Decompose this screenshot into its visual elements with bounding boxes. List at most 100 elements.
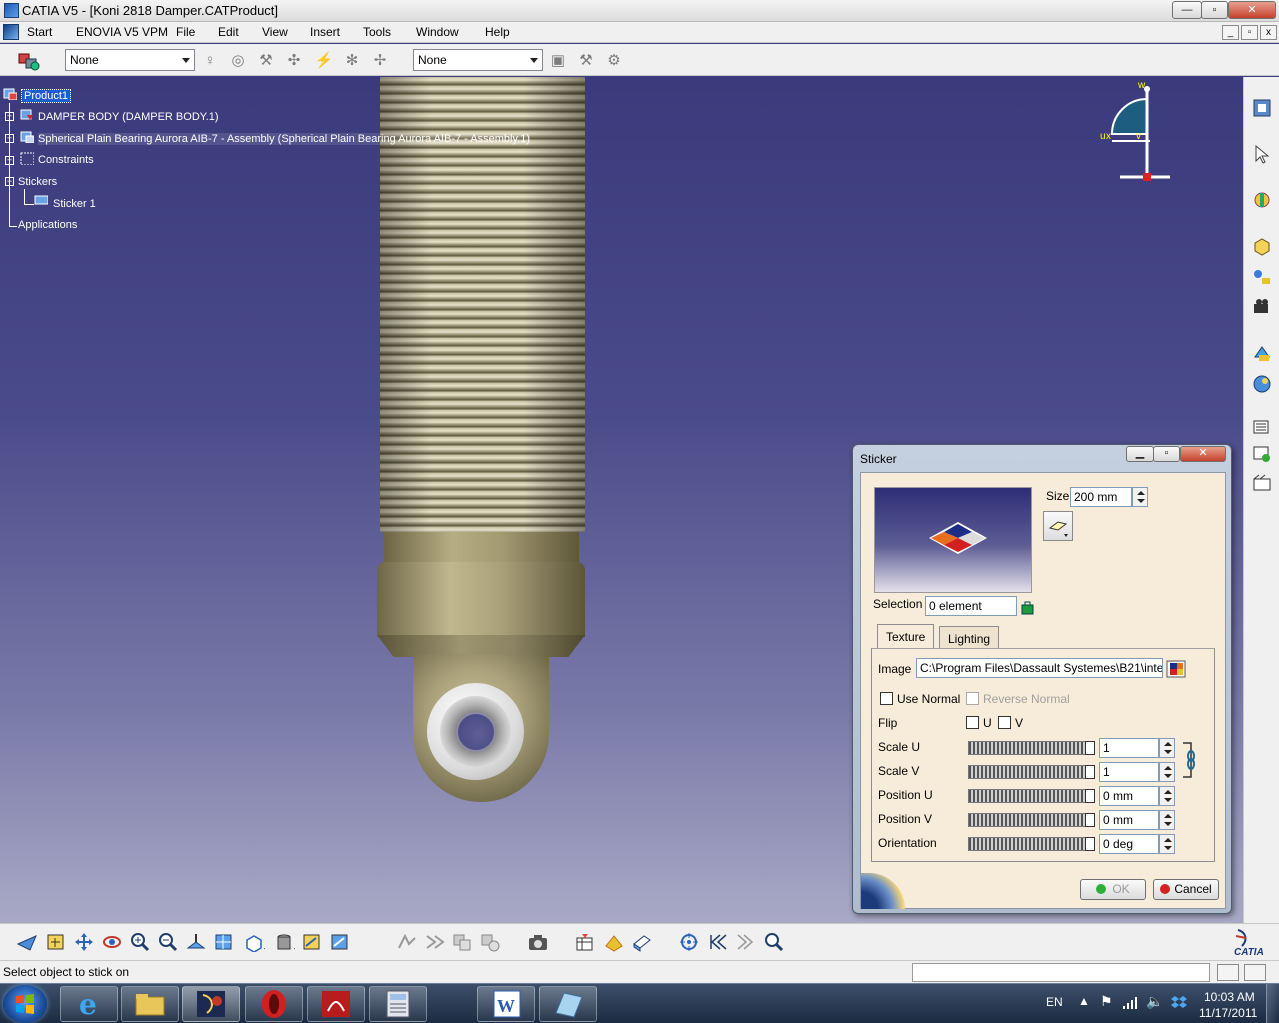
capture-camera-icon[interactable] xyxy=(527,932,549,952)
light-icon[interactable] xyxy=(1251,267,1273,289)
position-u-slider[interactable] xyxy=(968,789,1088,803)
dropbox-icon[interactable] xyxy=(1170,994,1188,1010)
render-icon[interactable]: ▣ xyxy=(548,52,568,70)
position-v-knob[interactable] xyxy=(1085,813,1095,827)
damper-thread[interactable] xyxy=(380,77,585,532)
apply-material-icon[interactable] xyxy=(603,932,625,952)
doc-restore-button[interactable]: ▫ xyxy=(1241,25,1258,40)
volume-icon[interactable]: 🔈 xyxy=(1146,993,1163,1010)
command-options-button[interactable] xyxy=(1244,964,1266,981)
cube-icon[interactable] xyxy=(1251,235,1273,257)
position-v-slider[interactable] xyxy=(968,813,1088,827)
start-button[interactable] xyxy=(3,985,47,1023)
rotate-icon[interactable] xyxy=(101,932,123,952)
product-icon[interactable] xyxy=(16,50,44,72)
menu-insert[interactable]: Insert xyxy=(310,25,340,39)
tree-node-stickers[interactable]: Stickers xyxy=(18,176,57,188)
flip-v-checkbox[interactable] xyxy=(998,716,1011,729)
dialog-maximize-button[interactable]: ▫ xyxy=(1153,446,1180,462)
size-input[interactable]: 200 mm xyxy=(1070,487,1132,507)
tool-icon[interactable]: ⚙ xyxy=(604,52,624,70)
language-indicator[interactable]: EN xyxy=(1046,995,1063,1009)
eye-icon[interactable]: ◎ xyxy=(228,52,248,70)
taskbar-explorer[interactable] xyxy=(121,986,179,1022)
expand-icon[interactable]: + xyxy=(5,134,14,143)
taskbar-ie[interactable]: e xyxy=(60,986,118,1022)
taskbar-acrobat[interactable] xyxy=(307,986,365,1022)
orientation-knob[interactable] xyxy=(1085,837,1095,851)
forward-icon[interactable] xyxy=(735,932,757,952)
scale-v-knob[interactable] xyxy=(1085,765,1095,779)
compass-widget[interactable]: w u x v xyxy=(1090,79,1190,189)
orientation-input[interactable]: 0 deg xyxy=(1099,834,1159,854)
swap-space-icon[interactable] xyxy=(329,932,351,952)
sticker-plane-button[interactable] xyxy=(1043,511,1073,541)
distance-icon[interactable] xyxy=(479,932,501,952)
bearing-bore[interactable] xyxy=(456,712,496,752)
tree-node-product1[interactable]: Product1 xyxy=(21,89,72,103)
scale-u-slider[interactable] xyxy=(968,741,1088,755)
tree-node-applications[interactable]: Applications xyxy=(18,219,77,231)
network-icon[interactable] xyxy=(1122,996,1138,1010)
selection-input[interactable]: 0 element xyxy=(925,596,1017,616)
reverse-normal-checkbox[interactable] xyxy=(966,692,979,705)
hide-show-icon[interactable] xyxy=(301,932,323,952)
menu-window[interactable]: Window xyxy=(416,25,459,39)
tab-texture[interactable]: Texture xyxy=(877,624,935,648)
flag-icon[interactable]: ⚑ xyxy=(1100,993,1113,1010)
apply-sticker-icon[interactable] xyxy=(631,932,653,952)
search-icon[interactable] xyxy=(763,932,785,952)
taskbar-app[interactable] xyxy=(539,986,597,1022)
scene-editor-icon[interactable] xyxy=(574,932,596,952)
tree-node-constraints[interactable]: Constraints xyxy=(38,154,94,166)
position-u-knob[interactable] xyxy=(1085,789,1095,803)
menu-enovia[interactable]: ENOVIA V5 VPM xyxy=(76,25,168,39)
assembly-tool-icon[interactable] xyxy=(1251,189,1273,211)
tray-expand-icon[interactable]: ▲ xyxy=(1078,994,1090,1008)
dialog-minimize-button[interactable]: ▁ xyxy=(1126,446,1154,462)
style-select[interactable]: None xyxy=(413,49,543,71)
minimize-button[interactable]: — xyxy=(1172,1,1202,19)
scale-u-knob[interactable] xyxy=(1085,741,1095,755)
position-u-input[interactable]: 0 mm xyxy=(1099,786,1159,806)
tab-lighting[interactable]: Lighting xyxy=(939,626,1000,648)
scale-v-slider[interactable] xyxy=(968,765,1088,779)
multi-view-icon[interactable] xyxy=(213,932,235,952)
menu-file[interactable]: File xyxy=(176,25,195,39)
magnet-icon[interactable]: ⚒ xyxy=(256,52,276,70)
apply-icon[interactable]: ⚒ xyxy=(576,52,596,70)
select-arrow-icon[interactable] xyxy=(1251,143,1273,165)
link-scale-icon[interactable] xyxy=(1181,741,1197,779)
taskbar-word[interactable]: W xyxy=(477,986,535,1022)
taskbar-calculator[interactable] xyxy=(369,986,427,1022)
damper-collar[interactable] xyxy=(377,562,585,637)
axis-icon[interactable]: ✢ xyxy=(370,52,390,70)
menu-help[interactable]: Help xyxy=(485,25,510,39)
size-spinner[interactable] xyxy=(1132,487,1148,507)
use-normal-checkbox[interactable] xyxy=(880,692,893,705)
sparkle-icon[interactable]: ✻ xyxy=(342,52,362,70)
rewind-icon[interactable] xyxy=(707,932,729,952)
clash-icon[interactable] xyxy=(451,932,473,952)
dialog-close-button[interactable]: ✕ xyxy=(1180,446,1226,462)
image-path-input[interactable]: C:\Program Files\Dassault Systemes\B21\i… xyxy=(916,658,1163,678)
taskbar-catia[interactable] xyxy=(182,986,240,1022)
environment-icon[interactable] xyxy=(1251,373,1273,395)
ok-button[interactable]: OK xyxy=(1080,879,1146,900)
taskbar-opera[interactable] xyxy=(245,986,303,1022)
collision-icon[interactable] xyxy=(424,932,446,952)
scale-u-input[interactable]: 1 xyxy=(1099,738,1159,758)
wand-icon[interactable]: ⚡ xyxy=(314,52,334,70)
expand-icon[interactable]: + xyxy=(5,112,14,121)
position-u-spinner[interactable] xyxy=(1159,786,1175,806)
menu-start[interactable]: Start xyxy=(27,25,52,39)
position-v-spinner[interactable] xyxy=(1159,810,1175,830)
close-button[interactable]: ✕ xyxy=(1228,1,1276,19)
menu-edit[interactable]: Edit xyxy=(218,25,239,39)
zoom-out-icon[interactable] xyxy=(157,932,179,952)
command-input[interactable] xyxy=(912,963,1210,982)
snap-icon[interactable]: ✣ xyxy=(284,52,304,70)
doc-minimize-button[interactable]: _ xyxy=(1222,25,1239,40)
command-history-button[interactable] xyxy=(1217,964,1239,981)
render-style-icon[interactable] xyxy=(273,932,295,952)
